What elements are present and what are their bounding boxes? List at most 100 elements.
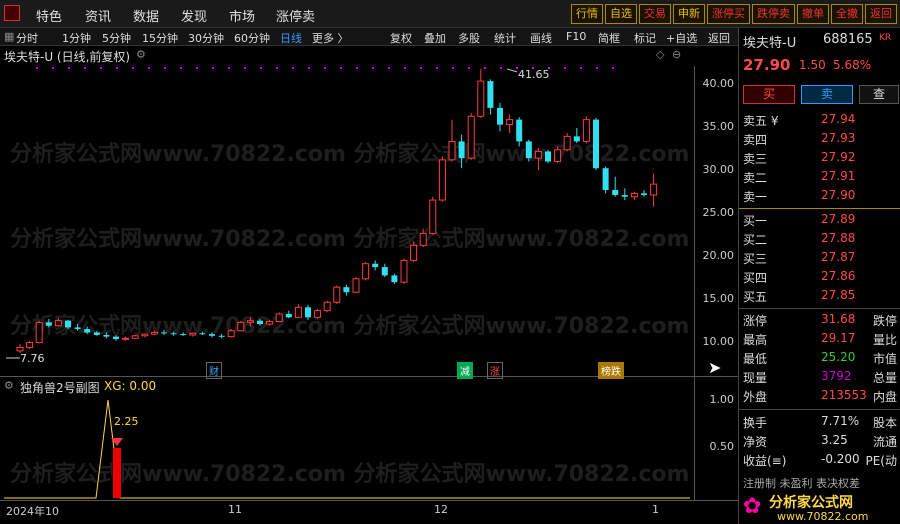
tf-1min[interactable]: 1分钟 [62, 30, 91, 46]
candle-body[interactable] [343, 287, 350, 293]
candle-body[interactable] [497, 107, 503, 125]
bid-1-price[interactable]: 27.89 [821, 212, 855, 226]
candle-body[interactable] [372, 263, 379, 268]
candle-body[interactable] [93, 332, 100, 335]
kline-chart[interactable] [0, 46, 738, 524]
tf-intraday[interactable]: 分时 [16, 30, 38, 46]
candle-body[interactable] [209, 334, 215, 336]
candle-body[interactable] [593, 119, 599, 169]
menu-item-news[interactable]: 资讯 [85, 6, 111, 25]
candle-body[interactable] [246, 320, 254, 323]
candle-body[interactable] [199, 333, 206, 335]
candle-body[interactable] [189, 332, 197, 336]
tf-30min[interactable]: 30分钟 [188, 30, 224, 46]
tf-more[interactable]: 更多 〉 [312, 30, 349, 46]
candle-body[interactable] [506, 119, 514, 126]
candle-body[interactable] [630, 192, 638, 198]
candle-body[interactable] [602, 168, 609, 190]
ask-4-price[interactable]: 27.93 [821, 131, 855, 145]
candle-body[interactable] [305, 307, 311, 318]
candle-body[interactable] [545, 151, 551, 162]
marker-rank-fall[interactable]: 榜跌 [598, 362, 624, 379]
app-logo-icon[interactable] [4, 5, 20, 21]
ask-1-price[interactable]: 27.90 [821, 188, 855, 202]
candle-body[interactable] [113, 336, 119, 340]
candle-body[interactable] [458, 141, 465, 159]
mark-button[interactable]: 标记 [634, 30, 656, 46]
chart-area[interactable]: 分析家公式网www.70822.com 分析家公式网www.70822.com … [0, 46, 738, 524]
candle-body[interactable] [563, 135, 571, 151]
bid-2-price[interactable]: 27.88 [821, 231, 855, 245]
menu-item-market[interactable]: 市场 [229, 6, 255, 25]
menu-item-discover[interactable]: 发现 [181, 6, 207, 25]
limitup-buy-button[interactable]: 涨停买 [707, 4, 750, 24]
candle-body[interactable] [650, 183, 658, 196]
candle-body[interactable] [275, 313, 283, 323]
f10-button[interactable]: F10 [566, 30, 586, 43]
candle-body[interactable] [26, 341, 34, 349]
candle-body[interactable] [323, 301, 331, 312]
bid-3-price[interactable]: 27.87 [821, 250, 855, 264]
candle-body[interactable] [122, 337, 130, 340]
candle-body[interactable] [641, 193, 647, 196]
candle-body[interactable] [381, 267, 388, 276]
limitdown-sell-button[interactable]: 跌停卖 [752, 4, 795, 24]
candle-body[interactable] [612, 190, 619, 196]
candle-body[interactable] [141, 333, 149, 337]
candle-body[interactable] [227, 330, 235, 338]
candle-body[interactable] [467, 115, 475, 159]
candle-body[interactable] [131, 335, 139, 339]
candle-body[interactable] [362, 263, 370, 280]
tf-daily[interactable]: 日线 [280, 30, 302, 46]
tf-5min[interactable]: 5分钟 [102, 30, 131, 46]
candle-body[interactable] [477, 80, 485, 117]
quote-button[interactable]: 行情 [571, 4, 603, 24]
multi-stock-button[interactable]: 多股 [458, 30, 480, 46]
candle-body[interactable] [525, 141, 532, 159]
marker-finance[interactable]: 财 [206, 362, 222, 379]
candle-body[interactable] [150, 331, 158, 335]
candle-body[interactable] [54, 320, 62, 327]
candle-body[interactable] [294, 306, 302, 318]
bid-4-price[interactable]: 27.86 [821, 269, 855, 283]
marker-reduce[interactable]: 减 [457, 362, 473, 379]
candle-body[interactable] [314, 310, 322, 318]
trade-button[interactable]: 交易 [639, 4, 671, 24]
ipo-button[interactable]: 申新 [673, 4, 705, 24]
cancel-order-button[interactable]: 撤单 [797, 4, 829, 24]
ask-2-price[interactable]: 27.91 [821, 169, 855, 183]
candle-body[interactable] [35, 321, 43, 343]
add-watchlist-button[interactable]: +自选 [666, 30, 697, 46]
candle-body[interactable] [429, 199, 437, 235]
candle-body[interactable] [400, 259, 408, 283]
candle-body[interactable] [170, 333, 177, 335]
candle-body[interactable] [391, 275, 398, 283]
toolbar-back-button[interactable]: 返回 [708, 30, 730, 46]
candle-body[interactable] [438, 159, 446, 201]
candle-body[interactable] [237, 321, 245, 332]
subchart-signal-bar[interactable] [113, 448, 121, 498]
candle-body[interactable] [554, 149, 562, 163]
ask-5-price[interactable]: 27.94 [821, 112, 855, 126]
candle-body[interactable] [333, 286, 341, 303]
candle-body[interactable] [534, 150, 542, 159]
query-button[interactable]: 查 [859, 85, 899, 104]
adjust-button[interactable]: 复权 [390, 30, 412, 46]
ask-3-price[interactable]: 27.92 [821, 150, 855, 164]
menu-item-data[interactable]: 数据 [133, 6, 159, 25]
subchart-settings-icon[interactable]: ⚙ [4, 379, 14, 392]
candle-body[interactable] [180, 334, 187, 336]
watchlist-button[interactable]: 自选 [605, 4, 637, 24]
candle-body[interactable] [257, 320, 263, 325]
grid-icon[interactable]: ▦ [4, 30, 14, 43]
candle-body[interactable] [419, 233, 427, 246]
candle-body[interactable] [621, 195, 628, 197]
marker-rise[interactable]: 涨 [487, 362, 503, 379]
candle-body[interactable] [285, 314, 292, 318]
candle-body[interactable] [45, 322, 52, 326]
candle-body[interactable] [448, 140, 456, 161]
candle-body[interactable] [16, 347, 24, 352]
bid-5-price[interactable]: 27.85 [821, 288, 855, 302]
stats-button[interactable]: 统计 [494, 30, 516, 46]
menu-item-limitup[interactable]: 涨停卖 [276, 6, 315, 25]
